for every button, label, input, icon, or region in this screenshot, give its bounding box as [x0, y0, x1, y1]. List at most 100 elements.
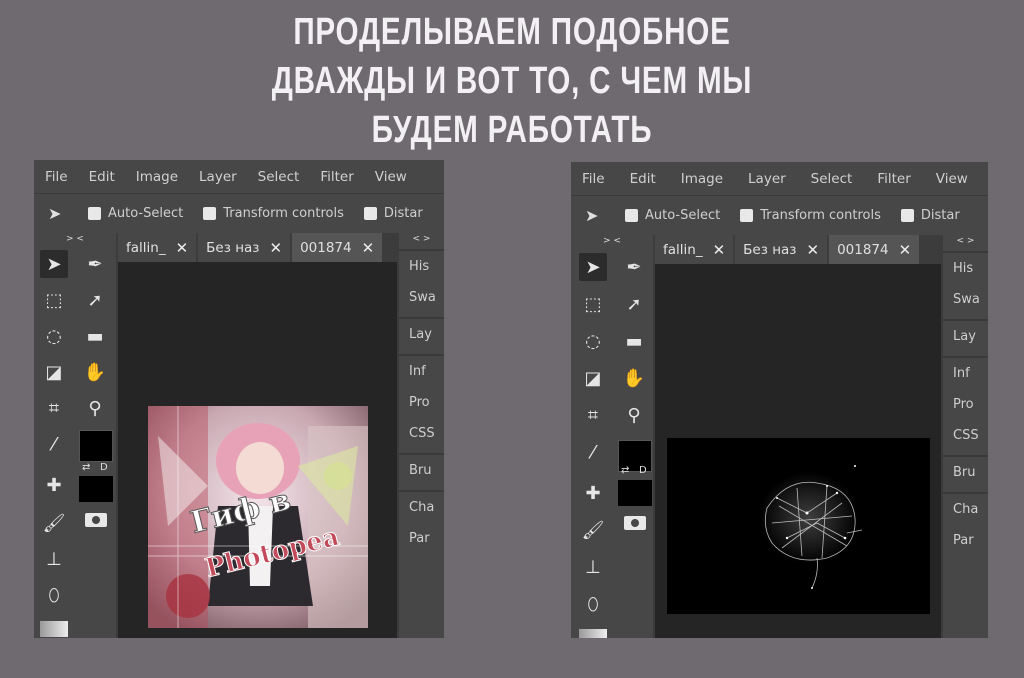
rectangle-tool-icon[interactable]: ▬	[81, 322, 109, 350]
distance-checkbox[interactable]	[363, 207, 377, 220]
healing-tool-icon[interactable]: ✚	[40, 471, 68, 499]
toolbar-collapse-toggle[interactable]: > <	[34, 233, 116, 245]
auto-select-option[interactable]: Auto-Select	[625, 208, 720, 223]
marquee-tool-icon[interactable]: ⬚	[40, 286, 68, 314]
close-icon[interactable]: ✕	[807, 241, 820, 259]
healing-tool-icon[interactable]: ✚	[579, 479, 607, 507]
close-icon[interactable]: ✕	[713, 241, 726, 259]
zoom-tool-icon[interactable]: ⚲	[620, 401, 648, 429]
panel-character[interactable]: Cha	[399, 492, 444, 523]
hand-tool-icon[interactable]: ✋	[620, 364, 648, 392]
foreground-color-swatch[interactable]	[79, 430, 113, 462]
menu-view[interactable]: View	[375, 169, 407, 185]
menu-filter[interactable]: Filter	[320, 169, 353, 185]
eyedropper-tool-icon[interactable]: ⁄	[40, 430, 68, 458]
menu-file[interactable]: File	[45, 169, 68, 185]
panel-info[interactable]: Inf	[943, 358, 988, 389]
eyedropper-tool-icon[interactable]: ⁄	[579, 438, 607, 466]
menu-layer[interactable]: Layer	[199, 169, 237, 185]
brush-tool-icon[interactable]: 🖌	[579, 516, 607, 544]
swap-colors-icon[interactable]: ⇄	[621, 465, 629, 476]
auto-select-checkbox[interactable]	[88, 207, 101, 220]
move-tool-icon[interactable]: ➤	[579, 253, 607, 281]
canvas-area[interactable]	[655, 264, 941, 638]
quick-select-icon[interactable]: ◪	[579, 364, 607, 392]
default-colors-icon[interactable]: D	[639, 465, 647, 476]
panel-history[interactable]: His	[943, 253, 988, 284]
menu-select[interactable]: Select	[258, 169, 300, 185]
panel-css[interactable]: CSS	[943, 420, 988, 451]
tab-fallin[interactable]: fallin_ ✕	[655, 235, 734, 264]
hand-tool-icon[interactable]: ✋	[81, 358, 109, 386]
panel-swatches[interactable]: Swa	[399, 282, 444, 313]
gradient-tool-icon[interactable]	[40, 621, 68, 637]
panel-brush[interactable]: Bru	[943, 457, 988, 488]
menu-image[interactable]: Image	[136, 169, 178, 185]
zoom-tool-icon[interactable]: ⚲	[81, 394, 109, 422]
panel-properties[interactable]: Pro	[399, 387, 444, 418]
tab-untitled[interactable]: Без наз ✕	[735, 235, 828, 264]
transform-controls-checkbox[interactable]	[203, 207, 217, 220]
pen-tool-icon[interactable]: ✒	[81, 250, 109, 278]
panel-collapse-toggle[interactable]: < >	[943, 235, 988, 247]
pen-tool-icon[interactable]: ✒	[620, 253, 648, 281]
menu-layer[interactable]: Layer	[748, 171, 786, 187]
direct-select-icon[interactable]: ➚	[81, 286, 109, 314]
eraser-tool-icon[interactable]: ⬯	[40, 581, 68, 609]
menu-image[interactable]: Image	[681, 171, 723, 187]
close-icon[interactable]: ✕	[899, 241, 912, 259]
rectangle-tool-icon[interactable]: ▬	[620, 327, 648, 355]
distance-option[interactable]: Distar	[363, 206, 423, 221]
quick-select-icon[interactable]: ◪	[40, 358, 68, 386]
auto-select-option[interactable]: Auto-Select	[88, 206, 183, 221]
lasso-tool-icon[interactable]: ◌	[579, 327, 607, 355]
menu-view[interactable]: View	[936, 171, 968, 187]
default-colors-icon[interactable]: D	[100, 462, 108, 473]
panel-info[interactable]: Inf	[399, 356, 444, 387]
menu-select[interactable]: Select	[811, 171, 853, 187]
menu-file[interactable]: File	[582, 171, 605, 187]
panel-collapse-toggle[interactable]: < >	[399, 233, 444, 245]
menu-filter[interactable]: Filter	[877, 171, 910, 187]
background-color-swatch[interactable]	[618, 480, 652, 506]
crop-tool-icon[interactable]: ⌗	[40, 394, 68, 422]
panel-brush[interactable]: Bru	[399, 455, 444, 486]
panel-css[interactable]: CSS	[399, 418, 444, 449]
menu-edit[interactable]: Edit	[630, 171, 656, 187]
swap-colors-icon[interactable]: ⇄	[82, 462, 90, 473]
quick-mask-icon[interactable]	[85, 513, 107, 527]
panel-paragraph[interactable]: Par	[399, 523, 444, 554]
direct-select-icon[interactable]: ➚	[620, 290, 648, 318]
brush-tool-icon[interactable]: 🖌	[40, 509, 68, 537]
tab-untitled[interactable]: Без наз ✕	[198, 233, 291, 262]
stamp-tool-icon[interactable]: ⊥	[40, 545, 68, 573]
panel-character[interactable]: Cha	[943, 494, 988, 525]
toolbar-collapse-toggle[interactable]: > <	[571, 235, 653, 247]
background-color-swatch[interactable]	[79, 476, 113, 502]
menu-edit[interactable]: Edit	[89, 169, 115, 185]
distance-checkbox[interactable]	[900, 209, 914, 222]
panel-history[interactable]: His	[399, 251, 444, 282]
panel-paragraph[interactable]: Par	[943, 525, 988, 556]
crop-tool-icon[interactable]: ⌗	[579, 401, 607, 429]
marquee-tool-icon[interactable]: ⬚	[579, 290, 607, 318]
close-icon[interactable]: ✕	[270, 239, 283, 257]
gradient-tool-icon[interactable]	[579, 629, 607, 638]
transform-controls-checkbox[interactable]	[740, 209, 754, 222]
move-tool-icon[interactable]: ➤	[40, 250, 68, 278]
canvas-area[interactable]: Гиф в Photopea	[118, 262, 397, 638]
distance-option[interactable]: Distar	[900, 208, 960, 223]
quick-mask-icon[interactable]	[624, 516, 646, 530]
panel-layers[interactable]: Lay	[399, 319, 444, 350]
lasso-tool-icon[interactable]: ◌	[40, 322, 68, 350]
tab-fallin[interactable]: fallin_ ✕	[118, 233, 197, 262]
auto-select-checkbox[interactable]	[625, 209, 638, 222]
transform-controls-option[interactable]: Transform controls	[203, 206, 344, 221]
close-icon[interactable]: ✕	[362, 239, 375, 257]
stamp-tool-icon[interactable]: ⊥	[579, 553, 607, 581]
transform-controls-option[interactable]: Transform controls	[740, 208, 881, 223]
tab-001874[interactable]: 001874 ✕	[292, 233, 383, 262]
panel-properties[interactable]: Pro	[943, 389, 988, 420]
panel-layers[interactable]: Lay	[943, 321, 988, 352]
tab-001874[interactable]: 001874 ✕	[829, 235, 920, 264]
